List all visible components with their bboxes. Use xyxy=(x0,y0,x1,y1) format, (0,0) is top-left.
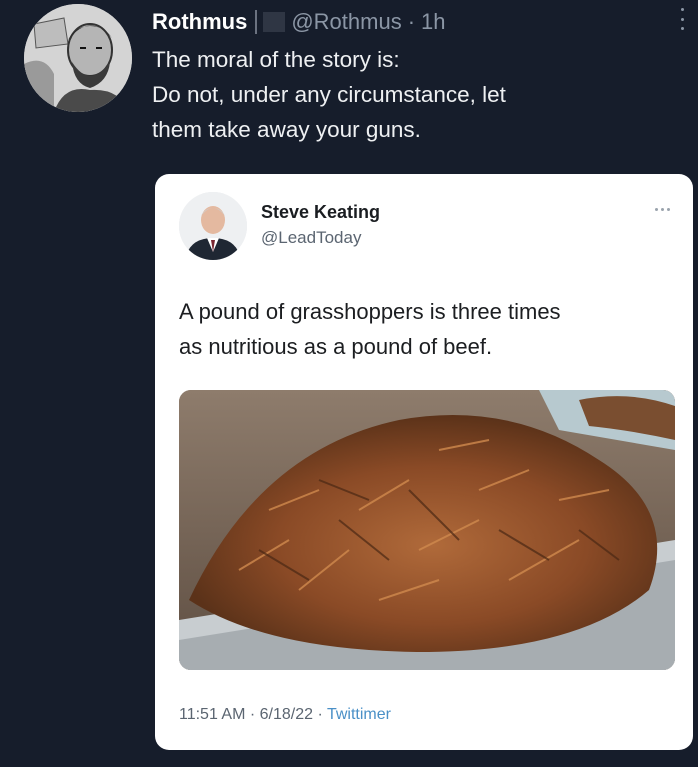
post-time[interactable]: 1h xyxy=(421,9,445,35)
quoted-line: A pound of grasshoppers is three times xyxy=(179,299,561,324)
footer-separator: · xyxy=(245,706,260,723)
quoted-tweet-card[interactable]: Steve Keating @LeadToday A pound of gras… xyxy=(155,174,693,750)
quoted-media-image[interactable] xyxy=(179,390,675,670)
quoted-footer: 11:51 AM · 6/18/22 · Twittimer xyxy=(179,706,391,724)
quoted-source-app[interactable]: Twittimer xyxy=(327,706,391,723)
sketch-portrait-avatar-icon xyxy=(24,4,132,112)
tweet-line: Do not, under any circumstance, let xyxy=(152,82,506,107)
tweet-line: them take away your guns. xyxy=(152,117,421,142)
author-avatar[interactable] xyxy=(24,4,132,112)
quoted-more-icon[interactable] xyxy=(655,208,670,211)
grasshoppers-tray-photo-icon xyxy=(179,390,675,670)
more-options-icon[interactable] xyxy=(678,8,686,30)
quoted-date[interactable]: 6/18/22 xyxy=(260,706,313,723)
quoted-handle[interactable]: @LeadToday xyxy=(261,228,361,248)
tweet-line: The moral of the story is: xyxy=(152,47,400,72)
time-separator: · xyxy=(407,9,416,34)
divider xyxy=(255,10,258,34)
quoted-time[interactable]: 11:51 AM xyxy=(179,706,245,723)
author-handle[interactable]: @Rothmus xyxy=(291,9,401,35)
author-display-name[interactable]: Rothmus xyxy=(152,9,247,35)
quoted-author-avatar[interactable] xyxy=(179,192,247,260)
quoted-text: A pound of grasshoppers is three times a… xyxy=(179,294,679,364)
author-line: Rothmus @Rothmus · 1h xyxy=(152,6,446,38)
footer-separator: · xyxy=(313,706,327,723)
portrait-avatar-icon xyxy=(179,192,247,260)
tweet-text: The moral of the story is: Do not, under… xyxy=(152,42,672,147)
quoted-display-name[interactable]: Steve Keating xyxy=(261,202,380,223)
quoted-line: as nutritious as a pound of beef. xyxy=(179,334,493,359)
redacted-badge xyxy=(263,12,286,32)
